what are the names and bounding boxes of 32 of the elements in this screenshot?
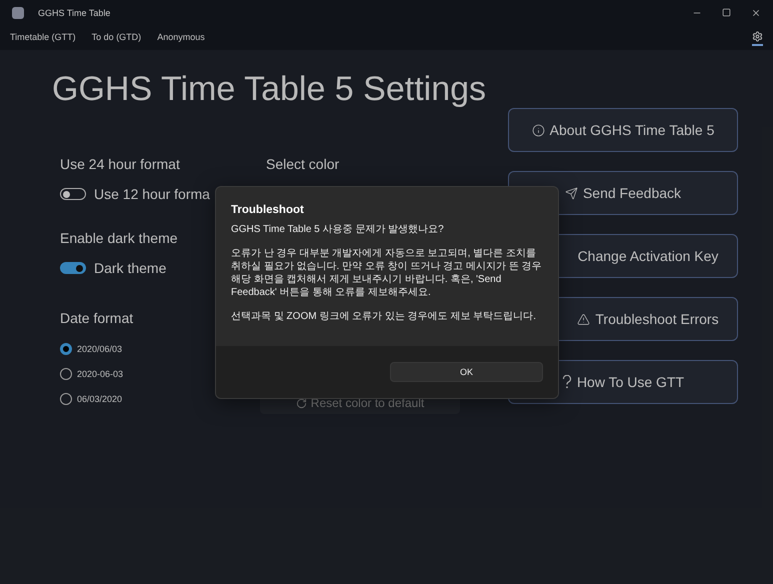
ok-button[interactable]: OK: [390, 362, 543, 382]
maximize-icon[interactable]: [722, 8, 731, 17]
action-button[interactable]: About GGHS Time Table 5: [508, 108, 738, 152]
page-title: GGHS Time Table 5 Settings: [52, 70, 488, 110]
nav-tab[interactable]: Timetable (GTT): [10, 32, 76, 44]
nav-tab[interactable]: Anonymous: [157, 32, 205, 44]
radio-label: 06/03/2020: [77, 394, 122, 404]
window-title: GGHS Time Table: [38, 8, 112, 18]
app-icon: [12, 7, 24, 19]
info-icon: [532, 124, 545, 136]
radio-label: 2020-06-03: [77, 368, 124, 378]
reset-icon: [296, 398, 307, 408]
radio-button[interactable]: [60, 368, 72, 380]
toggle-switch[interactable]: [60, 188, 86, 200]
settings-icon[interactable]: [752, 30, 763, 46]
setting-label: Use 24 hour format: [60, 156, 180, 174]
radio-button[interactable]: [60, 342, 72, 354]
close-icon[interactable]: [751, 8, 761, 18]
warning-icon: [577, 312, 590, 326]
nav-tab[interactable]: To do (GTD): [92, 32, 142, 44]
question-icon: [562, 375, 572, 389]
toggle-label: Dark theme: [94, 260, 166, 276]
dialog-text: GGHS Time Table 5 사용중 문제가 발생했나요?: [231, 223, 445, 236]
dialog-title: Troubleshoot: [231, 204, 305, 216]
send-icon: [564, 186, 578, 200]
toggle-switch[interactable]: [60, 262, 86, 274]
radio-label: 2020/06/03: [77, 344, 122, 354]
setting-label: Date format: [60, 310, 134, 328]
toggle-label: Use 12 hour forma: [94, 186, 210, 202]
setting-label: Enable dark theme: [60, 230, 178, 248]
setting-label: Select color: [266, 156, 340, 174]
radio-button[interactable]: [60, 392, 72, 404]
